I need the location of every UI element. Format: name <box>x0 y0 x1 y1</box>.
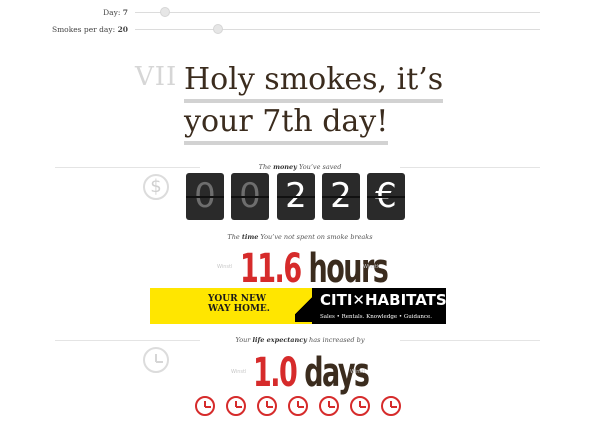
life-tag-left: Winstl <box>231 369 247 375</box>
title-line-1: Holy smokes, it’s <box>184 61 444 103</box>
time-value: 11.6 <box>240 246 302 292</box>
life-tag-right: Winstl <box>350 369 366 375</box>
money-digit: 0 <box>231 173 269 220</box>
ad-brand: CITI✕HABITATS <box>320 291 447 309</box>
smokes-slider-label: Smokes per day: 20 <box>51 25 128 34</box>
dollar-icon: $ <box>143 174 169 200</box>
day-slider-track[interactable] <box>135 12 540 13</box>
life-value: 1.0 <box>253 350 298 396</box>
time-caption: The time You’ve not spent on smoke break… <box>180 233 420 241</box>
red-clock-icon <box>226 396 246 416</box>
day-roman-numeral: VII <box>135 62 178 92</box>
money-digit: 2 <box>322 173 360 220</box>
smokes-slider-thumb[interactable] <box>213 24 223 34</box>
day-slider-thumb[interactable] <box>160 7 170 17</box>
time-tag-left: Winstl <box>217 264 233 270</box>
smokes-value: 20 <box>117 25 128 34</box>
ad-tagline: Sales • Rentals. Knowledge • Guidance. <box>320 314 432 320</box>
page-title: Holy smokes, it’s your 7th day! <box>184 61 444 145</box>
ad-divider-shape <box>295 290 312 322</box>
red-clock-icon <box>319 396 339 416</box>
red-clock-icon <box>257 396 277 416</box>
red-clock-icon <box>350 396 370 416</box>
day-value: 7 <box>122 8 128 17</box>
red-clock-icon <box>288 396 308 416</box>
day-slider-label: Day: 7 <box>103 8 128 17</box>
money-digit: 2 <box>277 173 315 220</box>
clock-row <box>195 396 415 418</box>
red-clock-icon <box>381 396 401 416</box>
smokes-slider-track[interactable] <box>135 29 540 30</box>
clock-icon <box>143 347 169 373</box>
life-caption: Your life expectancy has increased by <box>200 336 400 344</box>
time-tag-right: Winstl <box>363 264 379 270</box>
title-line-2: your 7th day! <box>184 103 389 145</box>
money-currency: € <box>367 173 405 220</box>
money-digit: 0 <box>186 173 224 220</box>
money-caption: The money You’ve saved <box>200 163 400 171</box>
ad-banner[interactable]: YOUR NEW WAY HOME. CITI✕HABITATS Sales •… <box>150 288 447 324</box>
ad-brand-panel: CITI✕HABITATS Sales • Rentals. Knowledge… <box>312 288 447 324</box>
ad-headline: YOUR NEW WAY HOME. <box>208 294 270 314</box>
red-clock-icon <box>195 396 215 416</box>
